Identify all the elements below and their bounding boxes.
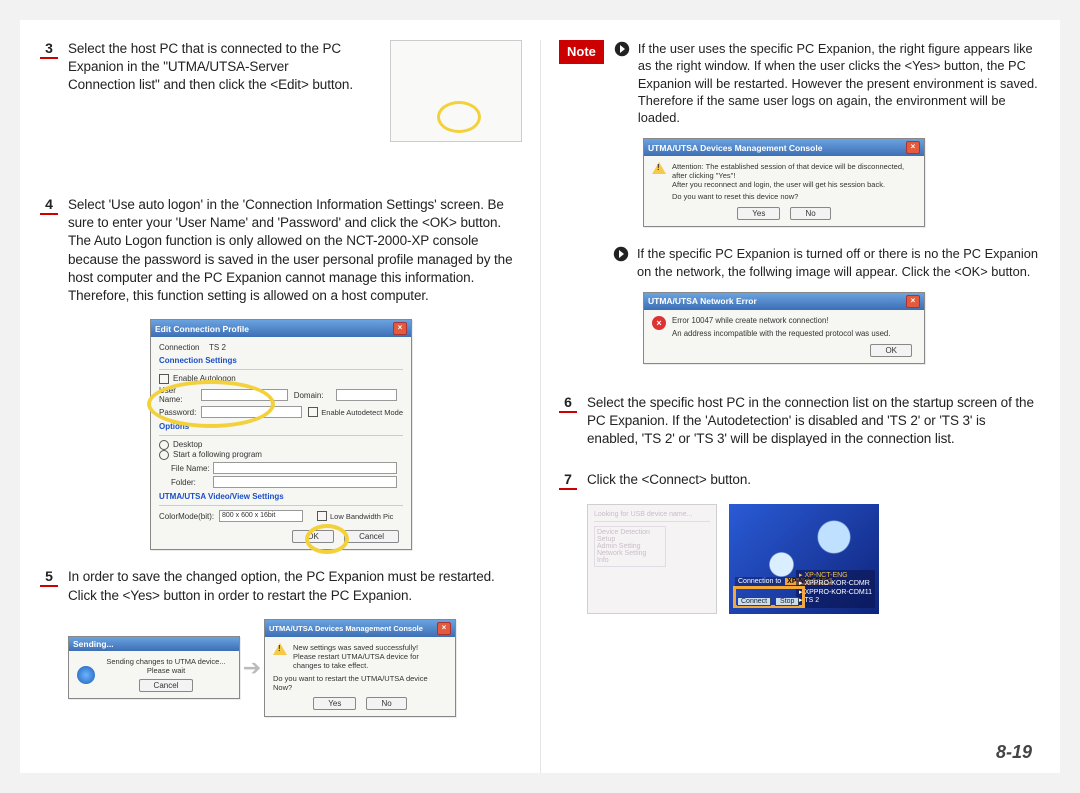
window-title: UTMA/UTSA Network Error <box>648 296 757 306</box>
screenshot-restart-flow: Sending... Sending changes to UTMA devic… <box>68 619 522 717</box>
step-text: In order to save the changed option, the… <box>68 568 522 604</box>
globe-icon <box>77 666 95 684</box>
yes-button[interactable]: Yes <box>313 697 356 710</box>
cancel-button[interactable]: Cancel <box>139 679 194 692</box>
ok-button[interactable]: OK <box>870 344 912 357</box>
close-icon[interactable]: × <box>437 622 451 635</box>
page-number: 8-19 <box>996 742 1032 763</box>
note-badge: Note <box>559 40 604 64</box>
window-title: UTMA/UTSA Devices Management Console <box>269 624 423 633</box>
warning-icon <box>273 643 287 655</box>
step-number: 3 <box>40 40 58 59</box>
step-5: 5 In order to save the changed option, t… <box>40 568 522 604</box>
arrow-right-icon: ➔ <box>240 655 264 681</box>
note-1: Note If the user uses the specific PC Ex… <box>559 40 1040 126</box>
step-number: 7 <box>559 471 577 490</box>
close-icon[interactable]: × <box>393 322 407 335</box>
step-4: 4 Select 'Use auto logon' in the 'Connec… <box>40 196 522 305</box>
yes-button[interactable]: Yes <box>737 207 780 220</box>
manual-page: 3 Select the host PC that is connected t… <box>20 20 1060 773</box>
step-6: 6 Select the specific host PC in the con… <box>559 394 1040 449</box>
window-title: Sending... <box>73 639 114 649</box>
screenshot-startup-row: Looking for USB device name... Device De… <box>587 504 1040 614</box>
window-title: UTMA/UTSA Devices Management Console <box>648 143 822 153</box>
step-text: Click the <Connect> button. <box>587 471 751 490</box>
window-title: Edit Connection Profile <box>155 324 249 334</box>
warning-icon <box>652 162 666 174</box>
step-7: 7 Click the <Connect> button. <box>559 471 1040 490</box>
step-text: Select the host PC that is connected to … <box>68 40 358 95</box>
close-icon[interactable]: × <box>906 141 920 154</box>
no-button[interactable]: No <box>366 697 406 710</box>
screenshot-network-error: UTMA/UTSA Network Error× × Error 10047 w… <box>643 292 925 364</box>
screenshot-edit-profile: Edit Connection Profile × ConnectionTS 2… <box>150 319 412 550</box>
cancel-button[interactable]: Cancel <box>344 530 399 543</box>
close-icon[interactable]: × <box>906 295 920 308</box>
user-name-input[interactable] <box>201 389 288 401</box>
step-text: Select the specific host PC in the conne… <box>587 394 1040 449</box>
left-column: 3 Select the host PC that is connected t… <box>40 40 540 773</box>
note-2: If the specific PC Expanion is turned of… <box>613 245 1040 280</box>
step-number: 4 <box>40 196 58 215</box>
arrow-circle-icon <box>613 246 629 262</box>
step-number: 5 <box>40 568 58 587</box>
step-number: 6 <box>559 394 577 413</box>
stop-button[interactable]: Stop <box>775 597 799 606</box>
no-button[interactable]: No <box>790 207 830 220</box>
screenshot-startup-faded: Looking for USB device name... Device De… <box>587 504 717 614</box>
screenshot-startup-device: Connection to XP-NCT-ENG ▸ XP-NCT-ENG ▸ … <box>729 504 879 614</box>
arrow-circle-icon <box>614 41 630 57</box>
screenshot-reset-dialog: UTMA/UTSA Devices Management Console× At… <box>643 138 925 227</box>
step-3: 3 Select the host PC that is connected t… <box>40 40 522 142</box>
ok-button[interactable]: OK <box>292 530 334 543</box>
right-column: Note If the user uses the specific PC Ex… <box>540 40 1040 773</box>
error-icon: × <box>652 316 666 330</box>
screenshot-connection-list <box>390 40 522 142</box>
connect-button[interactable]: Connect <box>737 597 771 606</box>
password-input[interactable] <box>201 406 302 418</box>
step-text: Select 'Use auto logon' in the 'Connecti… <box>68 196 522 305</box>
